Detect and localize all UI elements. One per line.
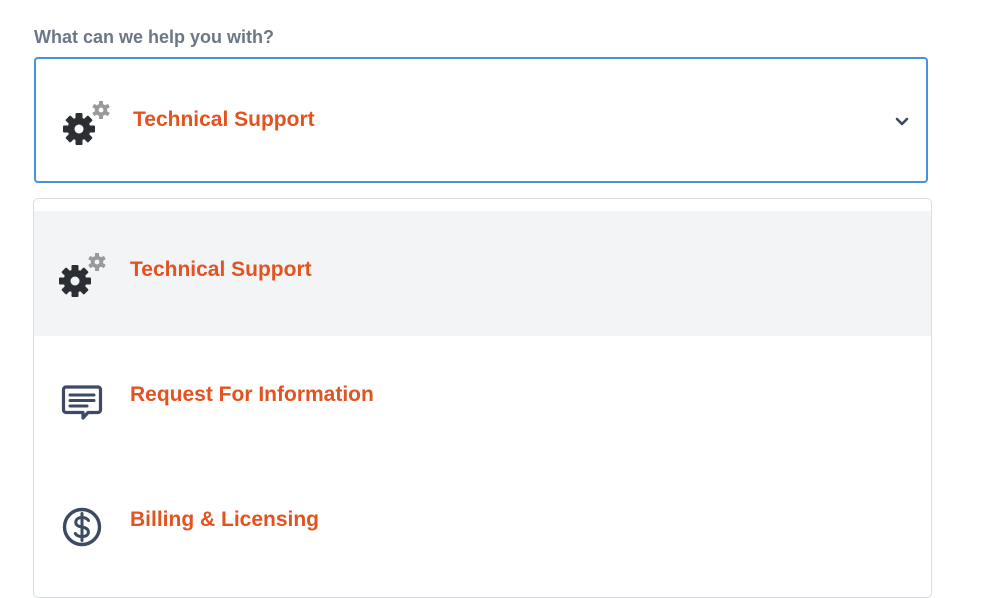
option-label: Request For Information — [130, 383, 374, 406]
option-request-for-information[interactable]: Request For Information — [34, 336, 931, 461]
chevron-down-icon[interactable] — [894, 116, 910, 128]
option-billing-licensing[interactable]: Billing & Licensing — [34, 461, 931, 586]
option-label: Billing & Licensing — [130, 508, 320, 531]
dollar-circle-icon — [62, 507, 102, 547]
selected-value: Technical Support — [133, 108, 315, 131]
dropdown-menu: Technical Support Request For Informatio… — [33, 198, 932, 598]
gears-icon — [59, 253, 106, 297]
option-technical-support[interactable]: Technical Support — [34, 211, 931, 336]
help-topic-select[interactable]: Technical Support — [34, 57, 928, 183]
gears-icon — [63, 101, 110, 145]
option-label: Technical Support — [130, 258, 312, 281]
field-label: What can we help you with? — [34, 27, 275, 47]
message-icon — [61, 385, 103, 420]
